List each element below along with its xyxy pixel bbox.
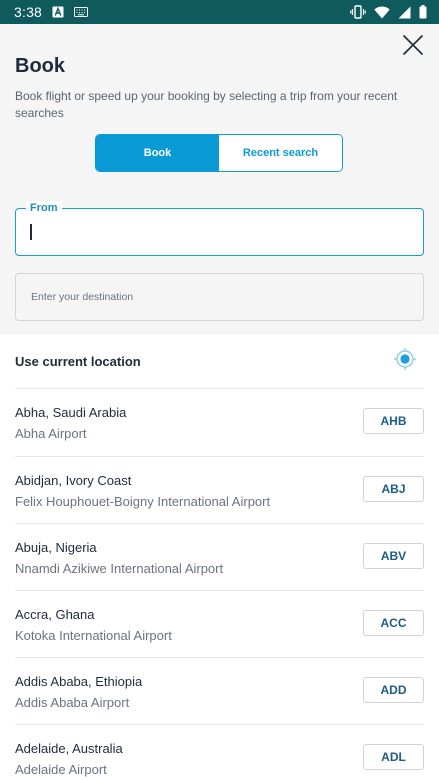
airport-row-acc[interactable]: Accra, Ghana Kotoka International Airpor… [0, 591, 439, 658]
airport-code-badge: ADL [363, 744, 424, 770]
battery-icon [419, 5, 427, 19]
close-button[interactable] [399, 33, 427, 61]
status-bar: 3:38 [0, 0, 439, 24]
page-title: Book [15, 55, 65, 77]
airport-name: Nnamdi Azikiwe International Airport [15, 561, 224, 576]
from-label: From [26, 201, 62, 215]
book-mode-toggle: Book Recent search [95, 134, 343, 172]
airport-row-abv[interactable]: Abuja, Nigeria Nnamdi Azikiwe Internatio… [0, 524, 439, 591]
airport-code-badge: ADD [363, 677, 424, 703]
use-current-location-row[interactable]: Use current location [0, 334, 439, 388]
signal-icon [398, 6, 411, 19]
location-target-icon [393, 347, 417, 376]
airport-city: Abidjan, Ivory Coast [15, 473, 132, 488]
tab-recent-search[interactable]: Recent search [219, 135, 342, 171]
use-current-location-label: Use current location [15, 353, 141, 369]
airport-row-adl[interactable]: Adelaide, Australia Adelaide Airport ADL [0, 725, 439, 780]
airport-city: Addis Ababa, Ethiopia [15, 674, 143, 689]
page-subtitle: Book flight or speed up your booking by … [15, 89, 398, 120]
destination-field[interactable]: Enter your destination [15, 273, 424, 321]
keyboard-icon [74, 7, 89, 17]
airport-city: Abha, Saudi Arabia [15, 405, 127, 420]
airport-code-badge: ABJ [363, 476, 424, 502]
airport-city: Accra, Ghana [15, 607, 95, 622]
airport-code-badge: ABV [363, 543, 424, 569]
airport-name: Addis Ababa Airport [15, 695, 130, 710]
tab-book[interactable]: Book [96, 135, 219, 171]
wifi-icon [374, 5, 390, 19]
vibrate-icon [350, 5, 366, 19]
airport-row-add[interactable]: Addis Ababa, Ethiopia Addis Ababa Airpor… [0, 658, 439, 725]
status-time: 3:38 [14, 4, 43, 20]
airport-row-abj[interactable]: Abidjan, Ivory Coast Felix Houphouet-Boi… [0, 457, 439, 524]
airport-code-badge: ACC [363, 610, 424, 636]
airport-row-ahb[interactable]: Abha, Saudi Arabia Abha Airport AHB [0, 389, 439, 456]
airport-name: Felix Houphouet-Boigny International Air… [15, 494, 271, 509]
airport-name: Abha Airport [15, 426, 87, 441]
from-field[interactable]: From [15, 201, 424, 256]
destination-placeholder: Enter your destination [31, 291, 134, 303]
airport-name: Kotoka International Airport [15, 628, 172, 643]
notification-a-icon [52, 6, 64, 18]
airport-name: Adelaide Airport [15, 762, 107, 777]
text-cursor [30, 224, 32, 240]
airport-city: Adelaide, Australia [15, 741, 123, 756]
airport-city: Abuja, Nigeria [15, 540, 97, 555]
close-icon [402, 34, 424, 61]
airport-code-badge: AHB [363, 408, 424, 434]
